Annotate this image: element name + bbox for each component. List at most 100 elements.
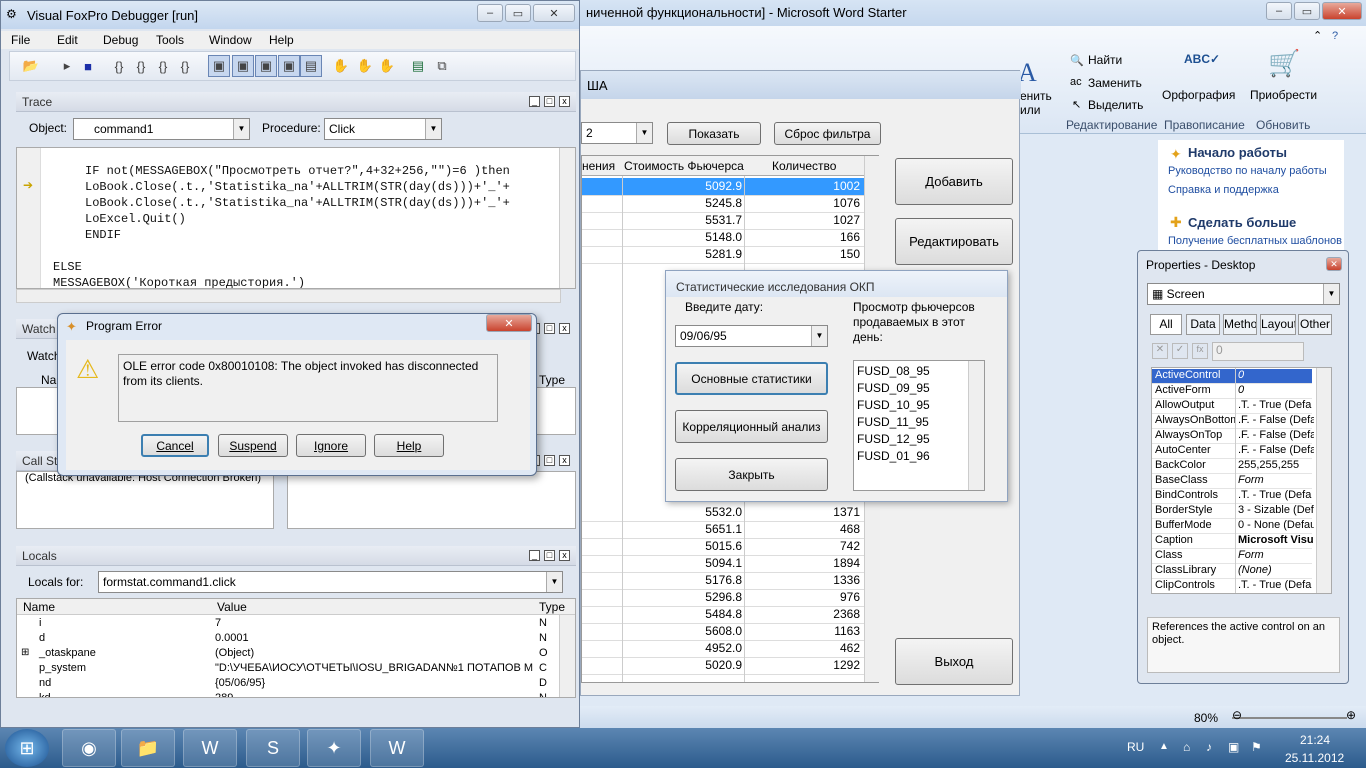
debugger-maximize-button[interactable]: ▭	[505, 4, 531, 22]
resume-icon[interactable]: ▸	[56, 55, 78, 77]
property-name[interactable]: ClassLibrary	[1155, 564, 1235, 576]
trace-close-icon[interactable]: x	[559, 96, 570, 107]
explorer-icon[interactable]: 📁	[121, 729, 175, 767]
chevron-down-icon[interactable]: ▼	[546, 572, 562, 592]
futures-filter-combo[interactable]: 2 ▼	[581, 122, 653, 144]
zoom-out-icon[interactable]: ⊖	[1232, 708, 1242, 722]
procedure-combo[interactable]: Click ▼	[324, 118, 442, 140]
ignore-button[interactable]: Ignore	[296, 434, 366, 457]
callstack-list[interactable]: (Callstack unavailable: Host Connection …	[16, 471, 274, 529]
chevron-down-icon[interactable]: ▼	[425, 119, 441, 139]
future-item[interactable]: FUSD_10_95	[857, 398, 930, 412]
help-support-link[interactable]: Справка и поддержка	[1168, 184, 1279, 196]
tab-metho[interactable]: Metho	[1223, 314, 1257, 335]
cancel-button[interactable]: Cancel	[141, 434, 209, 457]
property-value[interactable]: Microsoft Visu	[1238, 534, 1314, 546]
locals-grid[interactable]: Name Value Type i 7 Nd 0.0001 N ⊞ _otaskpane (O…	[16, 598, 576, 698]
future-item[interactable]: FUSD_01_96	[857, 449, 930, 463]
add-button[interactable]: Добавить	[895, 158, 1013, 205]
zoom-slider[interactable]	[1232, 717, 1347, 719]
property-name[interactable]: BaseClass	[1155, 474, 1235, 486]
property-value[interactable]: .F. - False (Defa	[1238, 414, 1314, 426]
futures-list[interactable]: FUSD_08_95 FUSD_09_95 FUSD_10_95 FUSD_11_95…	[853, 360, 985, 491]
ribbon-collapse-icon[interactable]: ⌃	[1313, 29, 1322, 42]
locals-window-icon[interactable]: ▣	[255, 55, 277, 77]
property-name[interactable]: BindControls	[1155, 489, 1235, 501]
breakpoints-dialog-icon[interactable]: ✋	[376, 55, 398, 77]
skype-icon[interactable]: S	[246, 729, 300, 767]
property-name[interactable]: Class	[1155, 549, 1235, 561]
edit-button[interactable]: Редактировать	[895, 218, 1013, 265]
watch-max-icon[interactable]: □	[544, 323, 555, 334]
clock-date[interactable]: 25.11.2012	[1285, 751, 1344, 765]
tab-other[interactable]: Other	[1298, 314, 1332, 335]
chevron-down-icon[interactable]: ▼	[1323, 284, 1339, 304]
breakpoint-hand-icon[interactable]: ✋	[330, 55, 352, 77]
locals-scrollbar[interactable]	[559, 615, 575, 697]
property-name[interactable]: ActiveForm	[1155, 384, 1235, 396]
watch-close-icon[interactable]: x	[559, 323, 570, 334]
property-name[interactable]: Caption	[1155, 534, 1235, 546]
toggle-logging-icon[interactable]: ▤	[407, 55, 429, 77]
expand-icon[interactable]: ⊞	[21, 647, 29, 658]
chevron-down-icon[interactable]: ▼	[233, 119, 249, 139]
future-item[interactable]: FUSD_09_95	[857, 381, 930, 395]
menu-window[interactable]: Window	[209, 33, 252, 47]
select-button[interactable]: Выделить	[1088, 98, 1143, 112]
object-combo[interactable]: command1 ▼	[73, 118, 250, 140]
start-guide-link[interactable]: Руководство по началу работы	[1168, 165, 1327, 177]
property-value[interactable]: 0	[1238, 369, 1314, 381]
trace-hscrollbar[interactable]	[16, 289, 561, 303]
locals-min-icon[interactable]: _	[529, 550, 540, 561]
step-into-icon[interactable]: {}	[108, 55, 130, 77]
property-value[interactable]: .F. - False (Defa	[1238, 444, 1314, 456]
start-button[interactable]: ⊞	[5, 729, 49, 767]
help-button[interactable]: Help	[374, 434, 444, 457]
tray-arrow-icon[interactable]: ▲	[1159, 741, 1169, 752]
object-selector[interactable]: ▦ Screen ▼	[1147, 283, 1340, 305]
property-name[interactable]: AlwaysOnTop	[1155, 429, 1235, 441]
suspend-button[interactable]: Suspend	[218, 434, 288, 457]
property-name[interactable]: BufferMode	[1155, 519, 1235, 531]
future-item[interactable]: FUSD_11_95	[857, 415, 929, 429]
step-out-icon[interactable]: {}	[152, 55, 174, 77]
locals-close-icon[interactable]: x	[559, 550, 570, 561]
foxpro-taskbar-icon[interactable]: ✦	[307, 729, 361, 767]
locals-max-icon[interactable]: □	[544, 550, 555, 561]
language-indicator[interactable]: RU	[1127, 740, 1144, 754]
word-minimize-button[interactable]: –	[1266, 2, 1292, 20]
output-close-icon[interactable]: x	[559, 455, 570, 466]
menu-debug[interactable]: Debug	[103, 33, 138, 47]
clock-time[interactable]: 21:24	[1300, 733, 1330, 747]
menu-tools[interactable]: Tools	[156, 33, 184, 47]
output-max-icon[interactable]: □	[544, 455, 555, 466]
property-value[interactable]: .T. - True (Defa	[1238, 579, 1314, 591]
menu-help[interactable]: Help	[269, 33, 294, 47]
property-value[interactable]: .T. - True (Defa	[1238, 399, 1314, 411]
property-value[interactable]: 3 - Sizable (Defa	[1238, 504, 1314, 516]
locals-for-combo[interactable]: formstat.command1.click ▼	[98, 571, 563, 593]
tray-flag-icon[interactable]: ⚑	[1251, 740, 1262, 754]
error-close-button[interactable]: ✕	[486, 314, 532, 332]
tab-all[interactable]: All	[1150, 314, 1182, 335]
correlation-button[interactable]: Корреляционный анализ	[675, 410, 828, 443]
function-icon[interactable]: fx	[1192, 343, 1208, 359]
tab-layout[interactable]: Layout	[1260, 314, 1296, 335]
property-value[interactable]: .F. - False (Defa	[1238, 429, 1314, 441]
trace-max-icon[interactable]: □	[544, 96, 555, 107]
output-panel[interactable]	[287, 471, 576, 529]
templates-link[interactable]: Получение бесплатных шаблонов	[1168, 235, 1342, 247]
word-close-button[interactable]: ✕	[1322, 2, 1362, 20]
clear-breakpoints-icon[interactable]: ✋	[354, 55, 376, 77]
watch-window-icon[interactable]: ▣	[232, 55, 254, 77]
trace-code-area[interactable]: ➔ IF not(MESSAGEBOX("Просмотреть отчет?"…	[16, 147, 576, 289]
volume-icon[interactable]: ♪	[1206, 740, 1212, 754]
spelling-button[interactable]: Орфография	[1162, 88, 1235, 102]
zoom-in-icon[interactable]: ⊕	[1346, 708, 1356, 722]
property-name[interactable]: AlwaysOnBottom	[1155, 414, 1235, 426]
cancel-icon[interactable]: ■	[77, 55, 99, 77]
property-value[interactable]: Form	[1238, 549, 1314, 561]
run-to-cursor-icon[interactable]: {}	[174, 55, 196, 77]
exit-button[interactable]: Выход	[895, 638, 1013, 685]
coverage-icon[interactable]: ⧉	[431, 55, 453, 77]
